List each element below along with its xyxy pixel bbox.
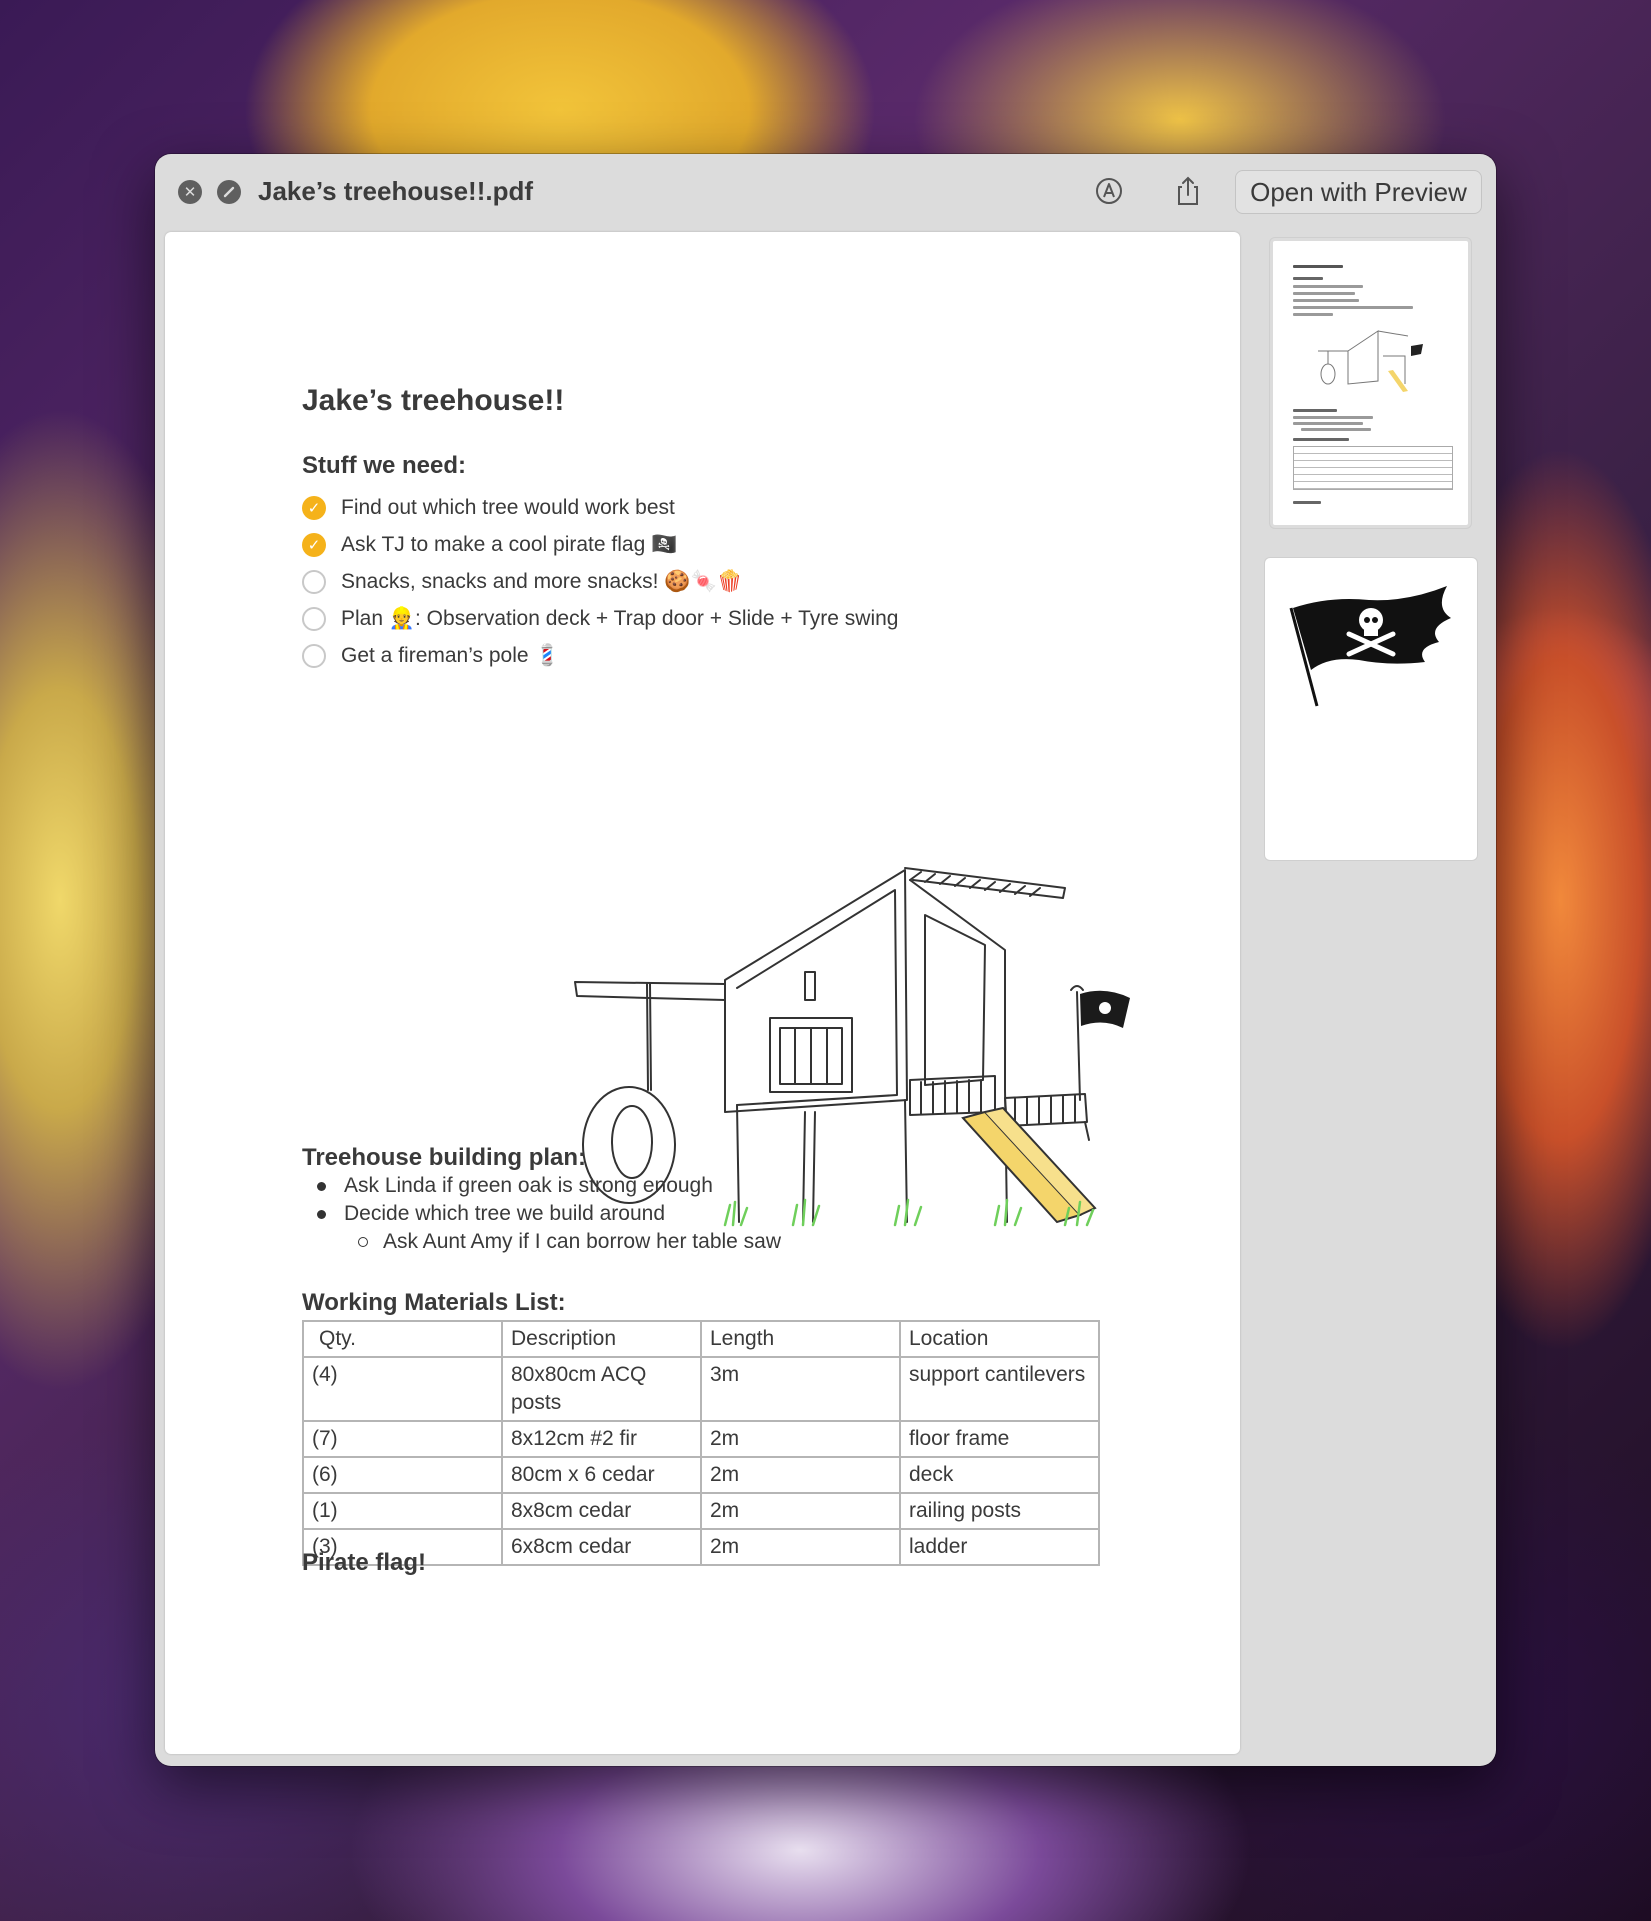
column-header: Length (700, 1320, 901, 1358)
checkbox-unchecked-icon[interactable] (302, 606, 326, 631)
pdf-page-1[interactable]: Jake’s treehouse!! Stuff we need: ✓ Find… (165, 232, 1240, 1754)
checkbox-checked-icon[interactable]: ✓ (302, 495, 326, 520)
page-thumbnail-2[interactable] (1265, 558, 1477, 860)
table-cell: deck (899, 1456, 1100, 1494)
table-cell: floor frame (899, 1420, 1100, 1458)
table-cell: (6) (302, 1456, 503, 1494)
table-row: (1) 8x8cm cedar 2m railing posts (302, 1492, 1100, 1530)
list-item: Ask Linda if green oak is strong enough (302, 1172, 781, 1200)
materials-heading: Working Materials List: (302, 1289, 566, 1316)
bullet-icon (317, 1209, 326, 1219)
window-title: Jake’s treehouse!!.pdf (258, 176, 534, 206)
table-cell: railing posts (899, 1492, 1100, 1530)
document-title: Jake’s treehouse!! (302, 384, 565, 417)
thumbnail-table (1293, 446, 1453, 490)
list-item: Ask Aunt Amy if I can borrow her table s… (302, 1228, 781, 1256)
list-item-text: Decide which tree we build around (344, 1202, 666, 1225)
checklist-item: ✓ Ask TJ to make a cool pirate flag 🏴‍☠️ (302, 526, 898, 563)
checklist: ✓ Find out which tree would work best ✓ … (302, 489, 898, 674)
list-item-text: Ask Aunt Amy if I can borrow her table s… (383, 1230, 782, 1253)
checklist-item-text: Get a fireman’s pole 💈 (341, 643, 561, 667)
title-bar: ✕ Jake’s treehouse!!.pdf Open with Previ… (155, 154, 1496, 228)
pirate-heading: Pirate flag! (302, 1549, 427, 1576)
table-row: (6) 80cm x 6 cedar 2m deck (302, 1456, 1100, 1494)
table-cell: 8x8cm cedar (501, 1492, 702, 1530)
markup-pen-icon[interactable] (1092, 174, 1126, 208)
materials-table: Qty. Description Length Location (4) 80x… (302, 1320, 1100, 1566)
cancel-slash-icon[interactable] (217, 180, 241, 204)
table-row: (7) 8x12cm #2 fir 2m floor frame (302, 1420, 1100, 1458)
checklist-item: ✓ Find out which tree would work best (302, 489, 898, 526)
table-cell: (4) (302, 1356, 503, 1422)
table-cell: support cantilevers (899, 1356, 1100, 1422)
checklist-item: Get a fireman’s pole 💈 (302, 637, 898, 674)
checklist-item-text: Ask TJ to make a cool pirate flag 🏴‍☠️ (341, 532, 678, 556)
sub-bullet-icon (358, 1237, 368, 1247)
column-header: Description (501, 1320, 702, 1358)
close-icon[interactable]: ✕ (178, 180, 202, 204)
thumbnail-sketch-icon (1318, 330, 1423, 392)
list-item: Decide which tree we build around (302, 1200, 781, 1228)
table-cell: 80x80cm ACQ posts (501, 1356, 702, 1422)
table-cell: 3m (700, 1356, 901, 1422)
plan-heading: Treehouse building plan: (302, 1144, 587, 1171)
checkbox-unchecked-icon[interactable] (302, 569, 326, 594)
table-cell: 2m (700, 1456, 901, 1494)
checklist-item: Plan 👷: Observation deck + Trap door + S… (302, 600, 898, 637)
bullet-icon (317, 1181, 326, 1191)
list-item-text: Ask Linda if green oak is strong enough (344, 1174, 713, 1197)
page-thumbnail-1[interactable] (1270, 238, 1471, 528)
table-cell: (1) (302, 1492, 503, 1530)
table-cell: 2m (700, 1492, 901, 1530)
plan-list: Ask Linda if green oak is strong enough … (302, 1172, 781, 1256)
checklist-item-text: Snacks, snacks and more snacks! 🍪🍬🍿 (341, 569, 743, 593)
table-cell: ladder (899, 1528, 1100, 1566)
pirate-flag-icon (1289, 586, 1451, 707)
column-header: Qty. (302, 1320, 503, 1358)
checklist-item: Snacks, snacks and more snacks! 🍪🍬🍿 (302, 563, 898, 600)
table-cell: 2m (700, 1528, 901, 1566)
open-with-preview-button[interactable]: Open with Preview (1235, 170, 1482, 214)
checklist-item-text: Plan 👷: Observation deck + Trap door + S… (341, 606, 899, 630)
table-cell: 80cm x 6 cedar (501, 1456, 702, 1494)
column-header: Location (899, 1320, 1100, 1358)
table-cell: 6x8cm cedar (501, 1528, 702, 1566)
share-icon[interactable] (1171, 174, 1205, 208)
quicklook-window: ✕ Jake’s treehouse!!.pdf Open with Previ… (155, 154, 1496, 1766)
checklist-item-text: Find out which tree would work best (341, 495, 675, 519)
table-header-row: Qty. Description Length Location (302, 1320, 1100, 1358)
table-row: (4) 80x80cm ACQ posts 3m support cantile… (302, 1356, 1100, 1422)
checkbox-checked-icon[interactable]: ✓ (302, 532, 326, 557)
table-cell: 2m (700, 1420, 901, 1458)
table-cell: (7) (302, 1420, 503, 1458)
table-cell: 8x12cm #2 fir (501, 1420, 702, 1458)
stuff-heading: Stuff we need: (302, 452, 467, 479)
checkbox-unchecked-icon[interactable] (302, 643, 326, 668)
